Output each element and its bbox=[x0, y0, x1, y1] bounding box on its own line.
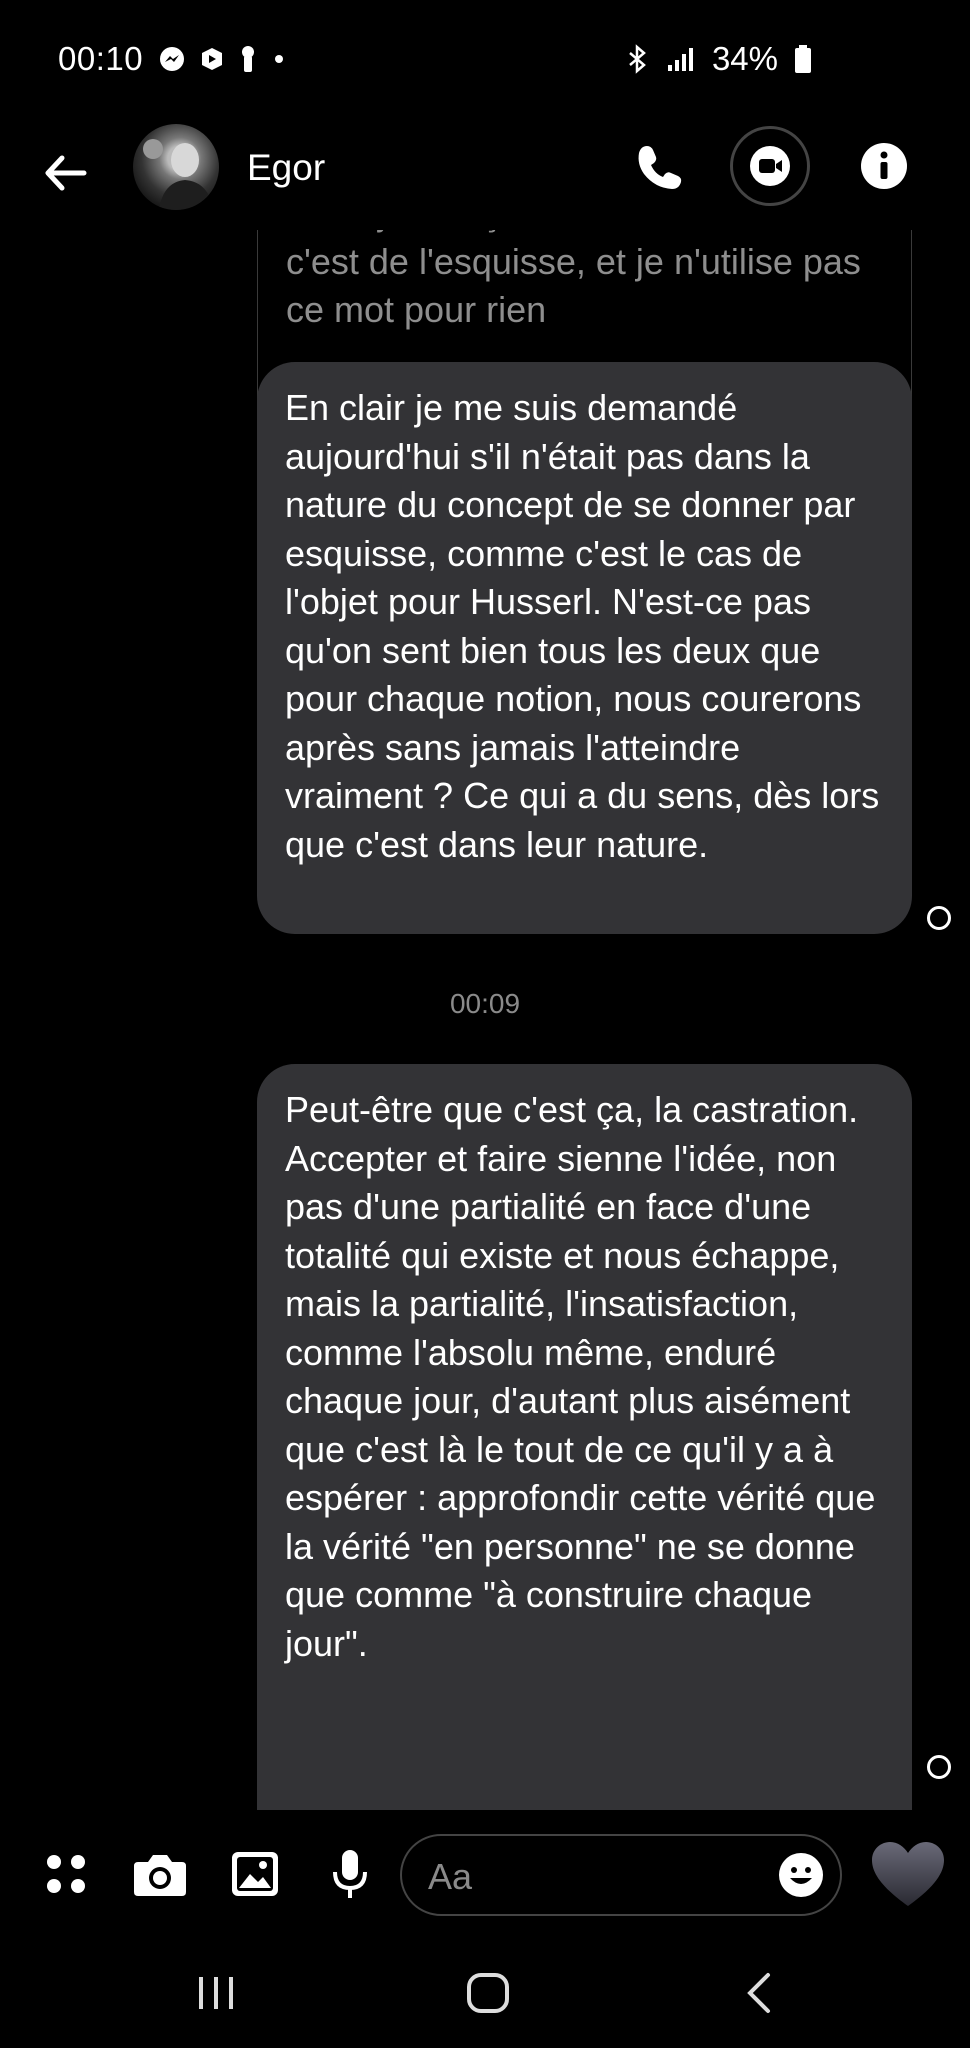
message-bubble[interactable]: En clair je me suis demandé aujourd'hui … bbox=[257, 362, 912, 934]
back-arrow-icon[interactable] bbox=[40, 148, 90, 198]
status-time: 00:10 bbox=[58, 40, 144, 77]
video-camera-icon bbox=[750, 146, 790, 186]
status-bar: 00:10 34% bbox=[0, 0, 970, 120]
battery-percent: 34% bbox=[711, 40, 778, 77]
chat-header: Egor bbox=[0, 120, 970, 230]
gallery-icon[interactable] bbox=[230, 1850, 280, 1898]
message-input[interactable]: Aa bbox=[400, 1834, 842, 1916]
keyhole-icon bbox=[242, 46, 254, 72]
emoji-icon[interactable] bbox=[778, 1852, 824, 1898]
dot-icon bbox=[275, 55, 283, 63]
grid-menu-icon[interactable] bbox=[44, 1852, 90, 1898]
video-call-button[interactable] bbox=[730, 126, 810, 206]
microphone-icon[interactable] bbox=[331, 1848, 369, 1904]
bluetooth-icon bbox=[629, 44, 646, 74]
quoted-message-text: Enfin je fais ça à la vas-vite hein, c'e… bbox=[286, 230, 861, 330]
sent-status-icon bbox=[927, 906, 951, 930]
back-nav-icon[interactable] bbox=[744, 1972, 774, 2014]
info-icon[interactable] bbox=[860, 142, 908, 190]
recent-apps-icon[interactable] bbox=[196, 1975, 236, 2011]
message-bubble[interactable]: Peut-être que c'est ça, la castration. A… bbox=[257, 1064, 912, 1810]
message-input-placeholder: Aa bbox=[428, 1856, 473, 1897]
avatar-image bbox=[143, 139, 213, 210]
timestamp: 00:09 bbox=[449, 988, 521, 1019]
camera-icon[interactable] bbox=[132, 1852, 188, 1898]
heart-icon[interactable] bbox=[870, 1840, 946, 1910]
home-icon[interactable] bbox=[466, 1972, 510, 2014]
system-nav-bar bbox=[0, 1940, 970, 2048]
apps-icon bbox=[202, 48, 222, 70]
battery-icon bbox=[795, 45, 811, 73]
signal-icon bbox=[667, 48, 693, 71]
message-list[interactable]: Enfin je fais ça à la vas-vite hein, c'e… bbox=[0, 230, 970, 1810]
composer-bar: Aa bbox=[0, 1810, 970, 1940]
sent-status-icon bbox=[927, 1755, 951, 1779]
contact-name[interactable]: Egor bbox=[247, 147, 325, 189]
avatar[interactable] bbox=[133, 124, 219, 210]
phone-icon[interactable] bbox=[635, 142, 685, 192]
messenger-icon bbox=[160, 47, 184, 71]
